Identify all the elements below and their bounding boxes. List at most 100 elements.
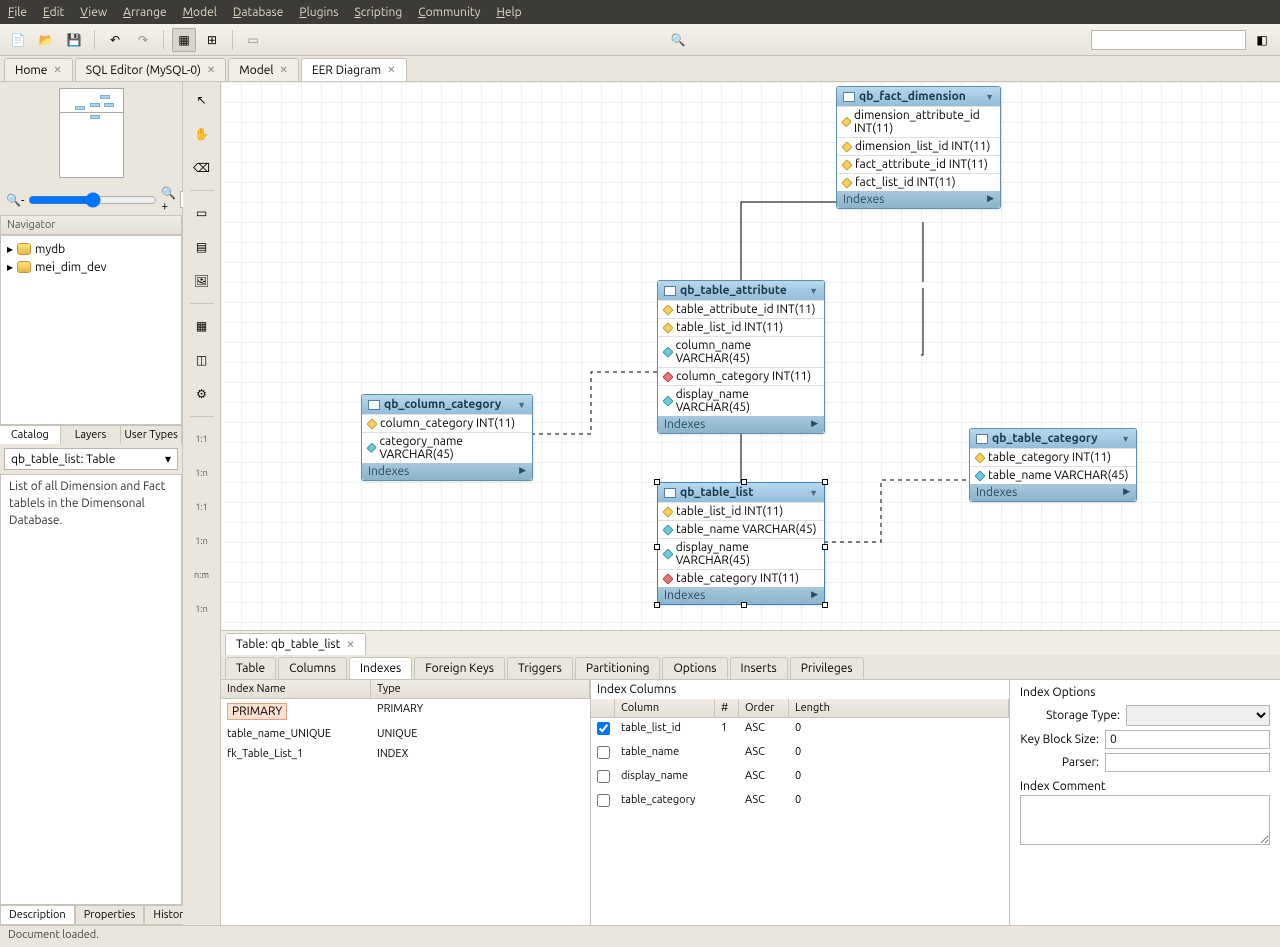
new-file-icon[interactable]: 📄 [6,28,30,52]
pointer-tool-icon[interactable]: ↖ [188,86,216,114]
index-comment-input[interactable] [1020,795,1270,845]
close-icon[interactable]: ✕ [53,64,61,76]
eer-canvas[interactable]: qb_fact_dimension▼ dimension_attribute_i… [221,82,1280,630]
col-column[interactable]: Column [615,699,715,717]
resize-handle[interactable] [822,602,828,608]
schema-tree[interactable]: ▸mydb ▸mei_dim_dev [0,235,182,425]
tab-eer-diagram[interactable]: EER Diagram✕ [301,58,407,81]
col-index-name[interactable]: Index Name [221,680,371,698]
close-icon[interactable]: ✕ [280,64,288,76]
index-row-unique[interactable]: table_name_UNIQUE UNIQUE [221,724,590,744]
expand-icon[interactable]: ▶ [811,418,818,431]
menu-file[interactable]: File [8,6,27,19]
menu-plugins[interactable]: Plugins [299,6,338,19]
eraser-tool-icon[interactable]: ⌫ [188,154,216,182]
resize-handle[interactable] [822,479,828,485]
collapse-icon[interactable]: ▼ [517,400,526,410]
menu-model[interactable]: Model [183,6,217,19]
col-order[interactable]: Order [739,699,789,717]
entity-qb-table-category[interactable]: qb_table_category▼ table_category INT(11… [969,428,1137,502]
detail-tab-inserts[interactable]: Inserts [730,657,788,679]
resize-handle[interactable] [741,602,747,608]
col-num[interactable]: # [715,699,739,717]
expand-icon[interactable]: ▶ [1123,486,1130,499]
tab-model[interactable]: Model✕ [228,58,299,81]
tab-catalog[interactable]: Catalog [0,426,61,444]
idx-col-check[interactable] [597,746,610,759]
entity-qb-fact-dimension[interactable]: qb_fact_dimension▼ dimension_attribute_i… [836,86,1001,209]
menu-view[interactable]: View [80,6,107,19]
table-tool-icon[interactable]: ▦ [188,312,216,340]
tab-home[interactable]: Home✕ [4,58,73,81]
indexes-label[interactable]: Indexes [368,465,409,478]
detail-tab-columns[interactable]: Columns [278,657,347,679]
zoom-out-icon[interactable]: 🔍- [6,193,24,207]
close-icon[interactable]: ✕ [207,64,215,76]
idx-col-row[interactable]: table_list_id1ASC0 [591,718,1009,742]
rel-existing-tool-icon[interactable]: 1:n [188,595,216,623]
rel-nm-tool-icon[interactable]: n:m [188,561,216,589]
col-index-type[interactable]: Type [371,680,590,698]
collapse-icon[interactable]: ▼ [809,488,818,498]
tab-sql-editor[interactable]: SQL Editor (MySQL-0)✕ [75,58,227,81]
detail-tab-options[interactable]: Options [662,657,727,679]
redo-icon[interactable]: ↷ [131,28,155,52]
hand-tool-icon[interactable]: ✋ [188,120,216,148]
navigator-thumbnail[interactable] [59,88,124,178]
tree-item-mei-dim-dev[interactable]: ▸mei_dim_dev [5,258,177,276]
undo-icon[interactable]: ↶ [103,28,127,52]
entity-qb-table-attribute[interactable]: qb_table_attribute▼ table_attribute_id I… [657,280,825,434]
index-list[interactable]: Index Name Type PRIMARY PRIMARY table_na… [221,680,591,925]
close-icon[interactable]: ✕ [387,64,395,76]
detail-tab-table[interactable]: Table [225,657,276,679]
rel-11-ni-tool-icon[interactable]: 1:1 [188,493,216,521]
zoom-slider[interactable] [28,192,157,208]
key-block-size-input[interactable] [1105,730,1270,749]
note-tool-icon[interactable]: ▤ [188,233,216,261]
menu-edit[interactable]: Edit [43,6,64,19]
collapse-icon[interactable]: ▼ [1121,434,1130,444]
sidebar-toggle-icon[interactable]: ◧ [1250,28,1274,52]
indexes-label[interactable]: Indexes [843,193,884,206]
save-icon[interactable]: 💾 [62,28,86,52]
routine-tool-icon[interactable]: ⚙ [188,380,216,408]
idx-col-check[interactable] [597,770,610,783]
indexes-label[interactable]: Indexes [664,418,705,431]
open-file-icon[interactable]: 📂 [34,28,58,52]
index-row-fk[interactable]: fk_Table_List_1 INDEX [221,744,590,764]
rel-11-tool-icon[interactable]: 1:1 [188,425,216,453]
col-length[interactable]: Length [789,699,1009,717]
detail-tab-privileges[interactable]: Privileges [790,657,864,679]
idx-col-check[interactable] [597,794,610,807]
tree-item-mydb[interactable]: ▸mydb [5,240,177,258]
idx-col-check[interactable] [597,722,610,735]
menu-help[interactable]: Help [496,6,521,19]
resize-handle[interactable] [741,479,747,485]
object-selector[interactable]: qb_table_list: Table ▾ [4,448,178,470]
idx-col-row[interactable]: table_nameASC0 [591,742,1009,766]
tab-description[interactable]: Description [0,905,75,925]
close-icon[interactable]: ✕ [346,639,354,651]
collapse-icon[interactable]: ▼ [809,286,818,296]
detail-tab-partitioning[interactable]: Partitioning [575,657,661,679]
menu-database[interactable]: Database [233,6,284,19]
tab-layers[interactable]: Layers [61,426,122,444]
resize-handle[interactable] [654,544,660,550]
idx-col-row[interactable]: table_categoryASC0 [591,790,1009,814]
resize-handle[interactable] [654,602,660,608]
entity-qb-column-category[interactable]: qb_column_category▼ column_category INT(… [361,394,533,481]
parser-input[interactable] [1105,753,1270,772]
expand-icon[interactable]: ▶ [987,193,994,206]
idx-col-row[interactable]: display_nameASC0 [591,766,1009,790]
resize-handle[interactable] [654,479,660,485]
detail-title-tab[interactable]: Table: qb_table_list✕ [225,633,366,655]
resize-handle[interactable] [822,544,828,550]
tab-user-types[interactable]: User Types [121,426,182,444]
detail-tab-indexes[interactable]: Indexes [349,657,412,679]
rel-1n-tool-icon[interactable]: 1:n [188,459,216,487]
indexes-label[interactable]: Indexes [664,589,705,602]
search-input[interactable] [1091,30,1246,50]
index-row-primary[interactable]: PRIMARY PRIMARY [221,699,590,724]
storage-type-select[interactable] [1126,705,1270,726]
entity-qb-table-list[interactable]: qb_table_list▼ table_list_id INT(11) tab… [657,482,825,605]
